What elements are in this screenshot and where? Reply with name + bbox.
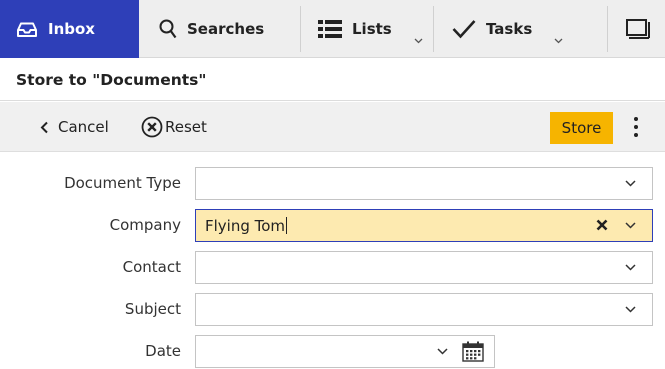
page-title: Store to "Documents"	[0, 59, 665, 101]
form-row-contact: Contact	[0, 249, 665, 285]
chevron-left-icon	[40, 121, 48, 133]
contact-label: Contact	[122, 258, 181, 276]
tab-separator	[433, 6, 434, 52]
store-button[interactable]: Store	[550, 112, 613, 144]
app-window: Inbox Searches Lists Tasks Store to "Doc…	[0, 0, 665, 369]
contact-select[interactable]	[195, 251, 653, 284]
cancel-button[interactable]: Cancel	[40, 102, 109, 152]
company-value: Flying Tom	[205, 216, 286, 235]
inbox-icon	[17, 22, 37, 37]
tab-tasks-label: Tasks	[486, 20, 533, 38]
store-label: Store	[561, 119, 602, 137]
date-input[interactable]	[195, 335, 495, 368]
tab-lists-label: Lists	[352, 20, 392, 38]
page-title-text: Store to "Documents"	[16, 70, 207, 89]
toolbar: Cancel Reset Store	[0, 102, 665, 152]
document-type-select[interactable]	[195, 167, 653, 200]
chevron-down-icon[interactable]	[625, 221, 636, 230]
store-form: Document Type Company Flying Tom Contact…	[0, 152, 665, 369]
subject-label: Subject	[124, 300, 181, 318]
more-vertical-icon[interactable]	[632, 116, 640, 138]
form-row-document-type: Document Type	[0, 165, 665, 201]
subject-select[interactable]	[195, 293, 653, 326]
company-value-wrap: Flying Tom	[205, 210, 288, 241]
search-icon	[159, 19, 177, 39]
tab-tasks[interactable]: Tasks	[452, 0, 532, 58]
document-type-label: Document Type	[64, 174, 181, 192]
company-input[interactable]: Flying Tom	[195, 209, 653, 242]
form-row-company: Company Flying Tom	[0, 207, 665, 243]
text-caret	[286, 217, 288, 234]
tab-inbox[interactable]: Inbox	[0, 0, 139, 58]
list-icon	[318, 20, 342, 38]
reset-button[interactable]: Reset	[141, 102, 207, 152]
tasks-dropdown-chevron-icon[interactable]	[554, 36, 563, 45]
chevron-down-icon[interactable]	[625, 179, 636, 188]
cancel-label: Cancel	[58, 118, 109, 136]
calendar-icon[interactable]	[462, 341, 484, 362]
chevron-down-icon[interactable]	[625, 305, 636, 314]
close-circle-icon	[141, 116, 163, 138]
tab-lists[interactable]: Lists	[318, 0, 392, 58]
chevron-down-icon[interactable]	[625, 263, 636, 272]
lists-dropdown-chevron-icon[interactable]	[414, 36, 423, 45]
form-row-date: Date	[0, 333, 665, 369]
window-icon[interactable]	[623, 16, 651, 42]
company-label: Company	[109, 216, 181, 234]
tab-separator	[300, 6, 301, 52]
tab-searches[interactable]: Searches	[159, 0, 264, 58]
form-row-subject: Subject	[0, 291, 665, 327]
checkmark-icon	[452, 20, 476, 39]
tab-searches-label: Searches	[187, 20, 265, 38]
date-label: Date	[145, 342, 181, 360]
clear-icon[interactable]	[596, 219, 608, 231]
tab-inbox-label: Inbox	[48, 20, 95, 38]
chevron-down-icon[interactable]	[437, 347, 448, 356]
reset-label: Reset	[165, 118, 207, 136]
top-navigation: Inbox Searches Lists Tasks	[0, 0, 665, 58]
tab-separator	[607, 6, 608, 52]
